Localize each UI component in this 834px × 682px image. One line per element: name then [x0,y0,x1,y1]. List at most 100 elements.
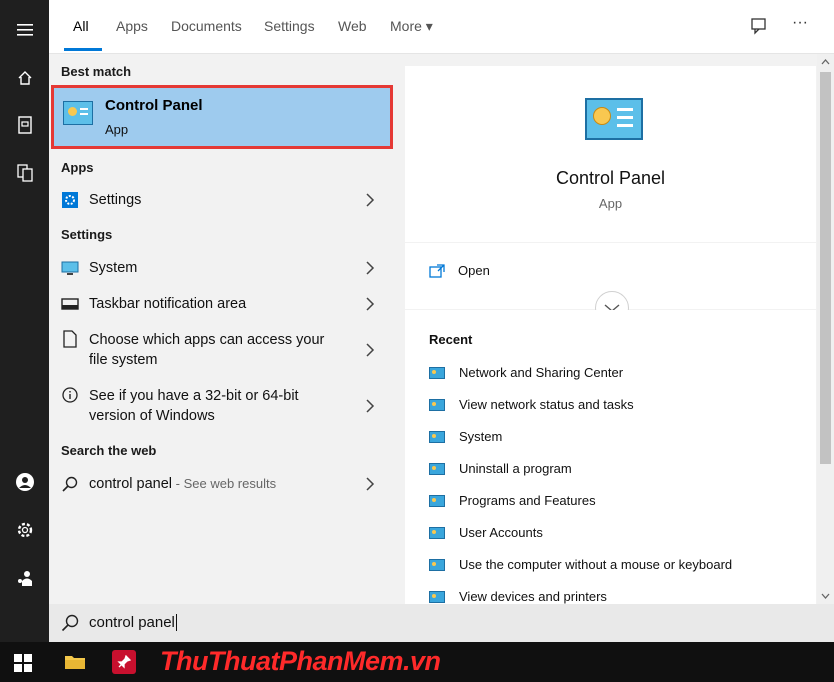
result-32-64-bit[interactable]: See if you have a 32-bit or 64-bit versio… [49,384,395,428]
user-icon[interactable] [0,462,49,502]
result-taskbar-notification[interactable]: Taskbar notification area [49,288,395,320]
settings-gear-icon[interactable] [0,510,49,550]
best-match-heading: Best match [61,64,132,79]
recent-item[interactable]: Uninstall a program [429,461,572,476]
search-tabs-bar: All Apps Documents Settings Web More ▾ ·… [49,0,834,54]
feedback-people-icon[interactable] [0,558,49,598]
control-panel-item-icon [429,366,445,379]
result-web-search[interactable]: control panel - See web results [49,468,395,500]
pinned-app-icon[interactable] [112,650,136,674]
document-icon [61,330,79,348]
chevron-right-icon [366,343,375,357]
recent-item[interactable]: Use the computer without a mouse or keyb… [429,557,732,572]
control-panel-item-icon [429,430,445,443]
tab-more[interactable]: More ▾ [390,18,433,35]
preview-scrollbar[interactable] [817,54,834,604]
recent-item-label: View devices and printers [459,589,607,604]
tab-web[interactable]: Web [338,18,367,34]
search-input[interactable]: control panel [89,614,177,631]
tab-more-label: More [390,18,422,34]
preview-header-card: Control Panel App [405,66,816,242]
result-label: Choose which apps can access your file sy… [89,330,324,370]
results-pane: Best match Control Panel App Apps Settin… [49,54,395,604]
recent-item-label: Programs and Features [459,493,596,508]
recent-heading: Recent [429,332,473,347]
watermark-part: Thu [160,646,208,676]
control-panel-item-icon [429,526,445,539]
recent-item[interactable]: View network status and tasks [429,397,634,412]
active-tab-indicator [64,48,102,51]
watermark-logo: ThuThuatPhanMem.vn [160,646,441,677]
documents-icon[interactable] [0,153,49,193]
result-label-line1: Choose which apps can access your [89,332,325,348]
scroll-down-icon[interactable] [817,588,834,604]
result-file-system-access[interactable]: Choose which apps can access your file sy… [49,328,395,372]
watermark-part: Thuat [207,646,280,676]
recent-item[interactable]: View devices and printers [429,589,607,604]
chevron-right-icon [366,297,375,311]
result-label: Settings [89,192,142,208]
result-label: Taskbar notification area [89,296,247,312]
more-options-icon[interactable]: ··· [792,14,808,32]
chevron-right-icon [366,193,375,207]
result-system[interactable]: System [49,252,395,284]
recent-item[interactable]: System [429,429,502,444]
notebook-icon[interactable] [0,105,49,145]
preview-title: Control Panel [555,168,666,188]
scroll-up-icon[interactable] [817,54,834,70]
control-panel-item-icon [429,462,445,475]
preview-pane: Control Panel App Open Recent Network an… [395,54,834,604]
result-label-line2: file system [89,352,158,368]
best-match-result[interactable]: Control Panel App [51,85,393,149]
best-match-title: Control Panel [105,97,203,114]
file-explorer-icon[interactable] [64,652,86,675]
result-settings-app[interactable]: Settings [49,184,395,216]
watermark-part: Phan [278,646,344,676]
best-match-subtitle: App [105,122,129,137]
search-icon [61,614,79,632]
web-query-text: control panel [89,476,173,492]
recent-item-label: View network status and tasks [459,397,634,412]
settings-heading: Settings [61,227,113,242]
open-icon [429,263,445,278]
preview-subtitle: App [598,196,623,211]
search-box[interactable]: control panel [49,604,834,642]
control-panel-icon [63,101,93,125]
control-panel-item-icon [429,590,445,603]
search-icon [61,475,79,493]
taskbar-icon [61,295,79,313]
recent-item[interactable]: Network and Sharing Center [429,365,623,380]
result-label-line2: version of Windows [89,408,215,424]
start-menu-rail [0,0,49,642]
control-panel-item-icon [429,494,445,507]
chevron-right-icon [366,477,375,491]
recent-item-label: Use the computer without a mouse or keyb… [459,557,733,572]
recent-item-label: Uninstall a program [459,461,572,476]
watermark-part: .vn [403,646,441,676]
watermark-part: Mem [343,646,404,676]
windows-start-icon[interactable] [14,654,32,677]
control-panel-item-icon [429,398,445,411]
control-panel-large-icon [585,98,643,140]
hamburger-menu-icon[interactable] [0,10,49,50]
recent-card: Recent Network and Sharing Center View n… [405,310,816,604]
result-label: control panel - See web results [89,474,276,494]
feedback-icon[interactable] [750,17,768,40]
tab-settings[interactable]: Settings [264,18,315,34]
open-action[interactable]: Open [429,263,490,278]
result-label: See if you have a 32-bit or 64-bit versio… [89,386,299,426]
recent-item[interactable]: Programs and Features [429,493,596,508]
tab-documents[interactable]: Documents [171,18,242,34]
tab-apps[interactable]: Apps [116,18,148,34]
recent-item[interactable]: User Accounts [429,525,543,540]
apps-heading: Apps [61,160,94,175]
scrollbar-thumb[interactable] [820,72,831,464]
chevron-down-icon: ▾ [425,18,433,34]
home-icon[interactable] [0,58,49,98]
settings-app-icon [61,191,79,209]
web-hint-text: - See web results [172,476,277,491]
tab-all[interactable]: All [73,18,89,34]
open-label: Open [458,263,490,278]
recent-item-label: User Accounts [459,525,543,540]
recent-item-label: Network and Sharing Center [459,365,624,380]
